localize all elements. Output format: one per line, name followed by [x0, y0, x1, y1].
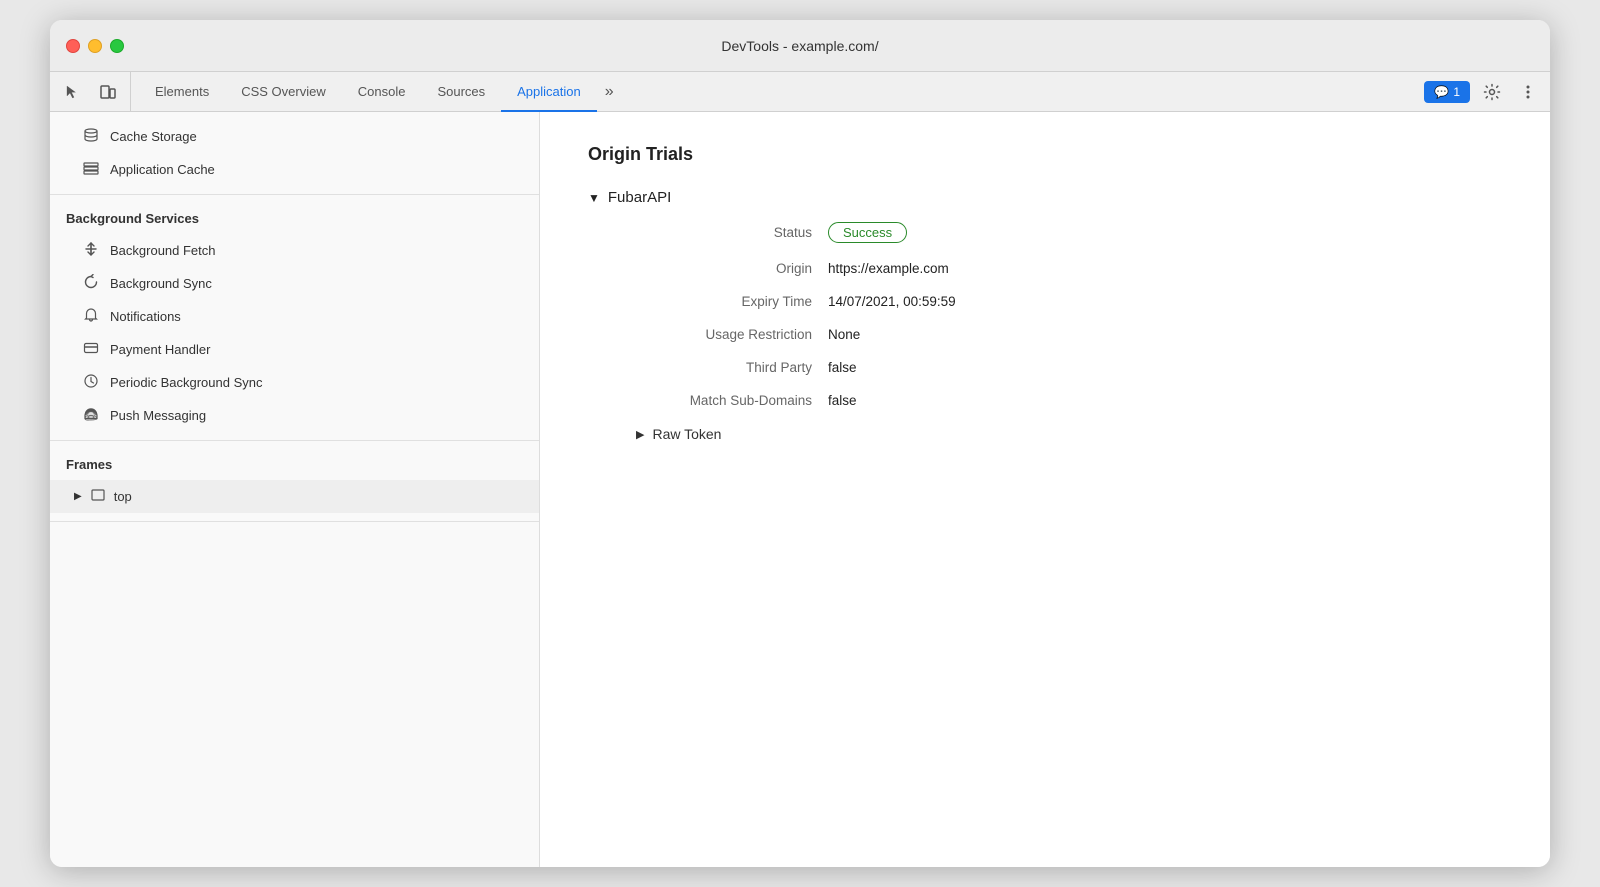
push-messaging-icon [82, 406, 100, 425]
tab-bar-tools [58, 72, 131, 111]
chat-icon: 💬 [1434, 85, 1449, 99]
messages-badge-button[interactable]: 💬 1 [1424, 81, 1470, 103]
status-label: Status [612, 225, 812, 240]
sidebar-item-periodic-background-sync[interactable]: Periodic Background Sync [50, 366, 539, 399]
match-subdomains-value: false [828, 393, 857, 408]
origin-value: https://example.com [828, 261, 949, 276]
minimize-button[interactable] [88, 39, 102, 53]
settings-button[interactable] [1478, 78, 1506, 106]
usage-value: None [828, 327, 860, 342]
api-fields: Status Success Origin https://example.co… [612, 222, 1502, 442]
expiry-label: Expiry Time [612, 294, 812, 309]
origin-row: Origin https://example.com [612, 261, 1502, 276]
more-tabs-button[interactable]: » [597, 72, 622, 111]
title-bar: DevTools - example.com/ [50, 20, 1550, 72]
frame-icon [90, 487, 106, 506]
background-services-section: Background Services Background Fetch [50, 195, 539, 441]
tab-elements[interactable]: Elements [139, 73, 225, 112]
more-options-button[interactable] [1514, 78, 1542, 106]
api-name: FubarAPI [608, 189, 671, 206]
usage-label: Usage Restriction [612, 327, 812, 342]
background-services-header: Background Services [50, 203, 539, 234]
api-collapse-arrow: ▼ [588, 191, 600, 205]
gear-icon [1483, 83, 1501, 101]
tab-sources[interactable]: Sources [421, 73, 501, 112]
traffic-lights [66, 39, 124, 53]
sidebar-item-application-cache[interactable]: Application Cache [50, 153, 539, 186]
sidebar-item-payment-handler[interactable]: Payment Handler [50, 333, 539, 366]
origin-label: Origin [612, 261, 812, 276]
device-toolbar-button[interactable] [94, 78, 122, 106]
expiry-value: 14/07/2021, 00:59:59 [828, 294, 956, 309]
cache-storage-icon [82, 127, 100, 146]
main-panel: Origin Trials ▼ FubarAPI Status Success … [540, 112, 1550, 867]
main-content: Cache Storage Application Cache Backgrou [50, 112, 1550, 867]
sidebar-item-top[interactable]: ▶ top [50, 480, 539, 513]
close-button[interactable] [66, 39, 80, 53]
frame-expand-arrow: ▶ [74, 491, 82, 502]
tab-application[interactable]: Application [501, 73, 597, 112]
storage-section: Cache Storage Application Cache [50, 112, 539, 195]
inspect-tool-button[interactable] [58, 78, 86, 106]
sidebar-item-background-sync[interactable]: Background Sync [50, 267, 539, 300]
maximize-button[interactable] [110, 39, 124, 53]
api-section: ▼ FubarAPI Status Success Origin https:/… [588, 189, 1502, 442]
periodic-background-sync-icon [82, 373, 100, 392]
tabs-container: Elements CSS Overview Console Sources Ap… [139, 72, 1424, 111]
device-icon [99, 83, 117, 101]
sidebar-item-push-messaging[interactable]: Push Messaging [50, 399, 539, 432]
status-row: Status Success [612, 222, 1502, 243]
tab-console[interactable]: Console [342, 73, 422, 112]
usage-row: Usage Restriction None [612, 327, 1502, 342]
raw-token-arrow: ▶ [636, 428, 644, 441]
payment-handler-icon [82, 340, 100, 359]
background-sync-icon [82, 274, 100, 293]
tab-bar-right: 💬 1 [1424, 72, 1542, 111]
tab-css-overview[interactable]: CSS Overview [225, 73, 342, 112]
window-title: DevTools - example.com/ [721, 38, 878, 54]
application-cache-icon [82, 160, 100, 179]
third-party-label: Third Party [612, 360, 812, 375]
expiry-row: Expiry Time 14/07/2021, 00:59:59 [612, 294, 1502, 309]
match-subdomains-label: Match Sub-Domains [612, 393, 812, 408]
background-fetch-icon [82, 241, 100, 260]
panel-title: Origin Trials [588, 144, 1502, 165]
frames-section: Frames ▶ top [50, 441, 539, 522]
raw-token-header[interactable]: ▶ Raw Token [636, 426, 1502, 442]
status-badge: Success [828, 222, 907, 243]
sidebar-item-cache-storage[interactable]: Cache Storage [50, 120, 539, 153]
sidebar-item-notifications[interactable]: Notifications [50, 300, 539, 333]
third-party-row: Third Party false [612, 360, 1502, 375]
tab-bar: Elements CSS Overview Console Sources Ap… [50, 72, 1550, 112]
sidebar-item-background-fetch[interactable]: Background Fetch [50, 234, 539, 267]
third-party-value: false [828, 360, 857, 375]
raw-token-section: ▶ Raw Token [636, 426, 1502, 442]
three-dots-icon [1519, 83, 1537, 101]
cursor-icon [63, 83, 81, 101]
frames-header: Frames [50, 449, 539, 480]
match-subdomains-row: Match Sub-Domains false [612, 393, 1502, 408]
notifications-icon [82, 307, 100, 326]
raw-token-label: Raw Token [652, 426, 721, 442]
sidebar: Cache Storage Application Cache Backgrou [50, 112, 540, 867]
devtools-window: DevTools - example.com/ Elements CSS Ove [50, 20, 1550, 867]
api-header[interactable]: ▼ FubarAPI [588, 189, 1502, 206]
